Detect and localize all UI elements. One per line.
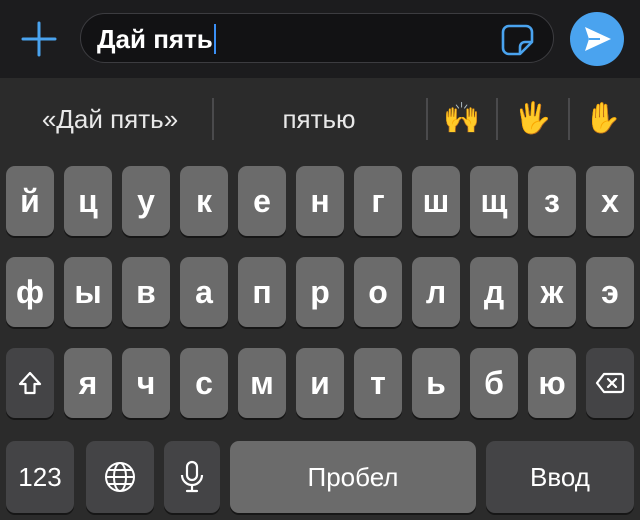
- key-л[interactable]: л: [412, 257, 460, 327]
- key-с[interactable]: с: [180, 348, 228, 418]
- key-ы[interactable]: ы: [64, 257, 112, 327]
- key-ч[interactable]: ч: [122, 348, 170, 418]
- key-у[interactable]: у: [122, 166, 170, 236]
- key-ф[interactable]: ф: [6, 257, 54, 327]
- key-в[interactable]: в: [122, 257, 170, 327]
- space-key[interactable]: Пробел: [230, 441, 476, 513]
- key-б[interactable]: б: [470, 348, 518, 418]
- emoji-suggestion-raised-hand[interactable]: ✋: [570, 78, 636, 160]
- key-щ[interactable]: щ: [470, 166, 518, 236]
- key-ш[interactable]: ш: [412, 166, 460, 236]
- shift-icon: [18, 371, 42, 395]
- send-icon: [585, 27, 611, 51]
- dictation-key[interactable]: [164, 441, 220, 513]
- key-я[interactable]: я: [64, 348, 112, 418]
- message-input-bar: Дай пять: [0, 0, 640, 78]
- globe-key[interactable]: [86, 441, 154, 513]
- key-г[interactable]: г: [354, 166, 402, 236]
- sticker-icon: [501, 24, 534, 56]
- return-key[interactable]: Ввод: [486, 441, 634, 513]
- microphone-icon: [180, 460, 204, 493]
- globe-icon: [105, 462, 135, 492]
- key-ь[interactable]: ь: [412, 348, 460, 418]
- numbers-key[interactable]: 123: [6, 441, 74, 513]
- suggestion-quoted[interactable]: «Дай пять»: [10, 78, 210, 160]
- suggestion-bar: «Дай пять» пятью 🙌 🖐 ✋: [0, 78, 640, 160]
- send-button[interactable]: [570, 12, 624, 66]
- emoji-suggestion-hand-splayed[interactable]: 🖐: [498, 78, 568, 160]
- key-н[interactable]: н: [296, 166, 344, 236]
- key-х[interactable]: х: [586, 166, 634, 236]
- shift-key[interactable]: [6, 348, 54, 418]
- key-з[interactable]: з: [528, 166, 576, 236]
- key-д[interactable]: д: [470, 257, 518, 327]
- key-э[interactable]: э: [586, 257, 634, 327]
- key-м[interactable]: м: [238, 348, 286, 418]
- key-е[interactable]: е: [238, 166, 286, 236]
- suggestion-word[interactable]: пятью: [214, 78, 424, 160]
- key-и[interactable]: и: [296, 348, 344, 418]
- backspace-icon: [595, 372, 625, 394]
- key-ц[interactable]: ц: [64, 166, 112, 236]
- attach-button[interactable]: [18, 18, 60, 60]
- sticker-button[interactable]: [500, 22, 536, 58]
- key-р[interactable]: р: [296, 257, 344, 327]
- key-й[interactable]: й: [6, 166, 54, 236]
- message-text: Дай пять: [97, 24, 216, 54]
- key-п[interactable]: п: [238, 257, 286, 327]
- key-ж[interactable]: ж: [528, 257, 576, 327]
- emoji-suggestion-raised-hands[interactable]: 🙌: [428, 78, 496, 160]
- plus-icon: [21, 21, 57, 57]
- message-text-value: Дай пять: [97, 24, 213, 54]
- key-о[interactable]: о: [354, 257, 402, 327]
- text-caret: [213, 24, 216, 54]
- key-а[interactable]: а: [180, 257, 228, 327]
- key-к[interactable]: к: [180, 166, 228, 236]
- key-ю[interactable]: ю: [528, 348, 576, 418]
- message-input[interactable]: Дай пять: [80, 13, 554, 63]
- delete-key[interactable]: [586, 348, 634, 418]
- key-т[interactable]: т: [354, 348, 402, 418]
